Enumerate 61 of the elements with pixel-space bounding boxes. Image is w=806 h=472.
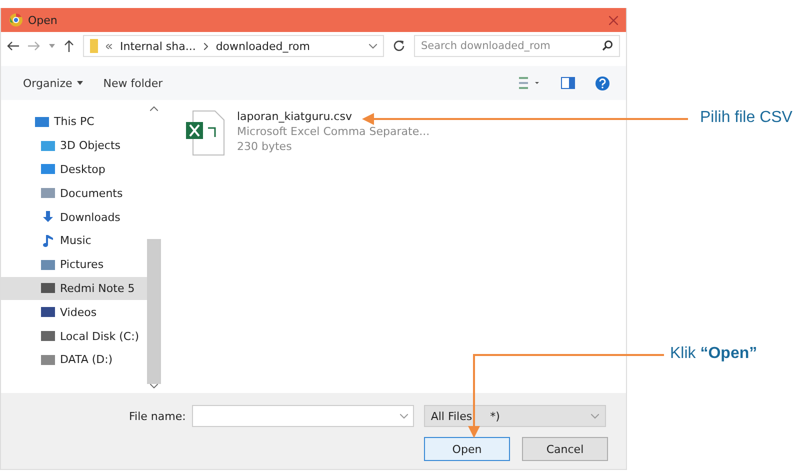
sidebar-item[interactable]: Documents <box>1 181 147 206</box>
sidebar-item[interactable]: Desktop <box>1 158 147 182</box>
chevron-icon <box>106 44 112 48</box>
sidebar-item[interactable]: Redmi Note 5 <box>1 276 147 300</box>
file-name: laporan_kiatguru.csv <box>237 110 353 123</box>
chevron-icon <box>204 42 208 50</box>
scrollbar-thumb[interactable] <box>147 238 161 384</box>
sidebar-item[interactable]: Downloads <box>1 205 147 229</box>
preview-pane-icon[interactable] <box>561 77 575 89</box>
sidebar-item[interactable]: Videos <box>1 300 147 324</box>
dropdown-caret-icon[interactable] <box>400 414 408 419</box>
file-type-dropdown[interactable]: All Files *) <box>424 405 606 427</box>
caret-icon <box>77 81 84 85</box>
caret-icon[interactable] <box>49 44 55 48</box>
annotation-label: Pilih file CSV <box>700 109 792 127</box>
address-bar[interactable]: Internal sha... downloaded_rom <box>83 35 384 57</box>
forward-arrow-icon[interactable] <box>28 41 40 51</box>
dropdown-caret-icon[interactable] <box>369 44 377 48</box>
file-size: 230 bytes <box>237 140 293 153</box>
open-button[interactable]: Open <box>424 437 510 461</box>
annotation-label: Klik “Open” <box>670 345 758 363</box>
folder-icon <box>41 163 55 176</box>
view-options-icon[interactable] <box>519 77 541 89</box>
folder-icon <box>41 306 55 318</box>
file-name-label: File name: <box>129 410 186 422</box>
file-name-field[interactable] <box>192 405 414 427</box>
sidebar-item[interactable]: Local Disk (C:) <box>1 324 147 348</box>
file-type: Microsoft Excel Comma Separate... <box>237 125 430 138</box>
folder-icon <box>41 140 55 152</box>
new-folder-button[interactable]: New folder <box>103 76 163 90</box>
folder-icon <box>90 39 98 53</box>
window-title: Open <box>28 14 58 26</box>
dropdown-caret-icon <box>590 414 599 418</box>
refresh-icon[interactable] <box>393 40 405 52</box>
scroll-up-icon[interactable] <box>150 106 158 111</box>
sidebar-item[interactable]: DATA (D:) <box>1 348 147 372</box>
music-note-icon <box>41 234 55 247</box>
scroll-down-icon[interactable] <box>150 384 158 389</box>
path-segment[interactable]: downloaded_rom <box>216 40 310 52</box>
sidebar-item[interactable]: This PC <box>1 110 147 134</box>
path-segment[interactable]: Internal sha... <box>120 40 196 52</box>
file-item[interactable]: laporan_kiatguru.csv Microsoft Excel Comma Separate... 230 bytes <box>179 106 436 160</box>
cancel-button[interactable]: Cancel <box>522 437 608 461</box>
folder-icon <box>41 187 55 200</box>
folder-icon <box>35 116 49 128</box>
search-field[interactable]: Search downloaded_rom <box>414 35 620 57</box>
search-icon[interactable] <box>602 40 613 51</box>
up-arrow-icon[interactable] <box>64 40 74 52</box>
folder-icon <box>41 330 55 342</box>
sidebar-item[interactable]: Pictures <box>1 252 147 277</box>
organize-menu[interactable]: Organize <box>23 76 84 90</box>
spreadsheet-file-icon <box>185 110 225 156</box>
folder-icon <box>41 258 55 271</box>
download-arrow-icon <box>41 211 55 224</box>
folder-icon <box>41 354 55 366</box>
back-arrow-icon[interactable] <box>7 41 19 51</box>
sidebar-item[interactable]: 3D Objects <box>1 134 147 158</box>
browser-logo-icon <box>9 13 23 27</box>
sidebar-item[interactable]: Music <box>1 228 147 253</box>
folder-icon <box>41 282 55 294</box>
help-icon[interactable] <box>595 76 610 90</box>
